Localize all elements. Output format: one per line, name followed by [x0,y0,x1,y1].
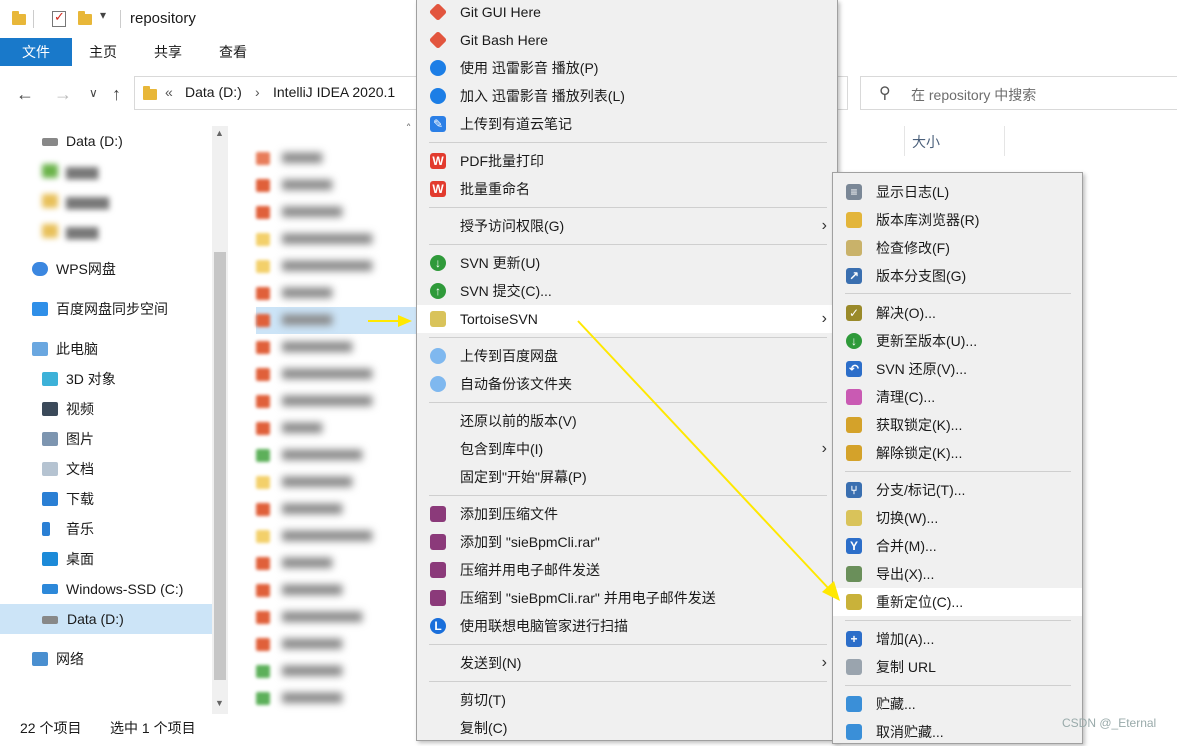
annotation-arrow-to-relocate [577,320,840,601]
watermark: CSDN @_Eternal [1062,716,1157,730]
annotation-arrows [368,315,840,601]
annotation-arrow-to-tortoisesvn [368,315,412,327]
